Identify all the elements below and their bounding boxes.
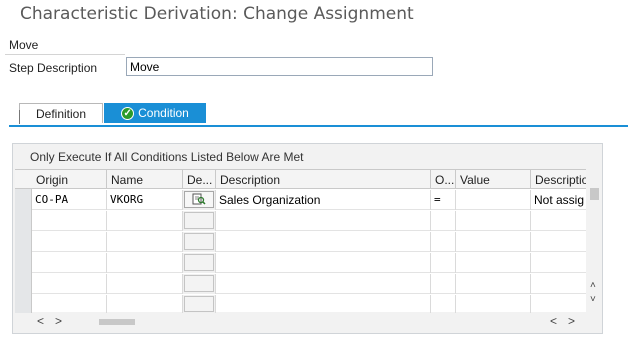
cell-name[interactable] [107,232,183,252]
detail-button[interactable] [184,191,214,208]
detail-button[interactable] [184,212,214,229]
conditions-table: Origin Name De... Description O... Value… [15,169,586,313]
table-row[interactable] [32,253,586,273]
cell-detail [183,295,216,313]
column-header-name[interactable]: Name [107,170,183,189]
row-selector-column[interactable] [15,170,32,313]
cell-description [216,295,431,313]
tabstrip: Definition ✓ Condition [0,103,628,129]
cell-value-description [531,232,586,252]
detail-button[interactable] [184,233,214,250]
cell-detail [183,274,216,294]
cell-description [216,232,431,252]
cell-value[interactable] [456,190,531,210]
table-row[interactable] [32,274,586,294]
cell-operator[interactable] [431,232,456,252]
cell-origin[interactable] [32,253,107,273]
cell-value-description [531,274,586,294]
table-row[interactable]: CO-PA VKORG Sales Organization = Not ass… [32,190,586,210]
chevron-right-icon[interactable]: > [55,314,62,328]
cell-operator[interactable] [431,295,456,313]
cell-detail [183,190,216,210]
chevron-left-icon[interactable]: < [37,314,44,328]
vertical-scrollbar[interactable]: ˄ ˅ [588,169,602,312]
search-icon [192,193,206,205]
cell-value-description [531,295,586,313]
divider [5,54,125,55]
table-row[interactable] [32,232,586,252]
cell-value-description [531,253,586,273]
cell-value-description: Not assig [534,193,585,207]
table-header: Origin Name De... Description O... Value… [15,170,586,189]
tab-definition-label: Definition [35,106,87,121]
column-header-value[interactable]: Value [456,170,531,189]
cell-detail [183,232,216,252]
chevron-down-icon[interactable]: ˅ [590,294,596,305]
cell-name[interactable] [107,274,183,294]
cell-value[interactable] [456,211,531,231]
check-circle-icon: ✓ [121,106,135,120]
table-row[interactable] [32,211,586,231]
detail-button[interactable] [184,296,214,312]
tab-condition-label: Condition [138,106,189,120]
vertical-scroll-thumb[interactable] [590,188,599,200]
cell-operator[interactable] [431,211,456,231]
chevron-right-icon[interactable]: > [568,314,575,328]
column-header-operator[interactable]: O... [431,170,456,189]
cell-origin[interactable] [32,211,107,231]
cell-name[interactable] [107,295,183,313]
chevron-up-icon[interactable]: ˄ [590,280,596,291]
chevron-left-icon[interactable]: < [550,314,557,328]
column-header-description[interactable]: Description [216,170,431,189]
detail-button[interactable] [184,254,214,271]
step-description-label: Step Description [9,61,98,75]
cell-value-description [531,211,586,231]
cell-description [216,211,431,231]
tab-definition[interactable]: Definition [19,103,103,124]
detail-button[interactable] [184,275,214,292]
tab-underline [9,125,628,127]
conditions-title: Only Execute If All Conditions Listed Be… [30,150,304,164]
cell-origin[interactable] [32,232,107,252]
conditions-panel: Only Execute If All Conditions Listed Be… [12,143,603,334]
cell-value[interactable] [456,253,531,273]
page-title: Characteristic Derivation: Change Assign… [20,4,414,24]
cell-value[interactable] [456,274,531,294]
cell-value[interactable] [456,232,531,252]
cell-name[interactable] [107,211,183,231]
cell-detail [183,211,216,231]
cell-description [216,253,431,273]
horizontal-scroll-thumb[interactable] [99,319,135,325]
cell-operator[interactable]: = [431,190,456,210]
cell-name[interactable] [107,253,183,273]
step-description-field[interactable]: Move [126,57,433,76]
horizontal-scrollbar[interactable]: < > < > [33,314,583,328]
column-header-value-description[interactable]: Descriptio [531,170,586,189]
cell-operator[interactable] [431,274,456,294]
cell-origin[interactable]: CO-PA [32,190,107,210]
cell-description[interactable]: Sales Organization [216,190,431,210]
cell-name[interactable]: VKORG [107,190,183,210]
table-row[interactable] [32,295,586,313]
cell-description [216,274,431,294]
step-name: Move [9,38,39,52]
cell-origin[interactable] [32,295,107,313]
column-header-origin[interactable]: Origin [32,170,107,189]
cell-detail [183,253,216,273]
cell-operator[interactable] [431,253,456,273]
cell-origin[interactable] [32,274,107,294]
tab-condition[interactable]: ✓ Condition [104,103,206,123]
cell-value[interactable] [456,295,531,313]
column-header-de[interactable]: De... [183,170,216,189]
